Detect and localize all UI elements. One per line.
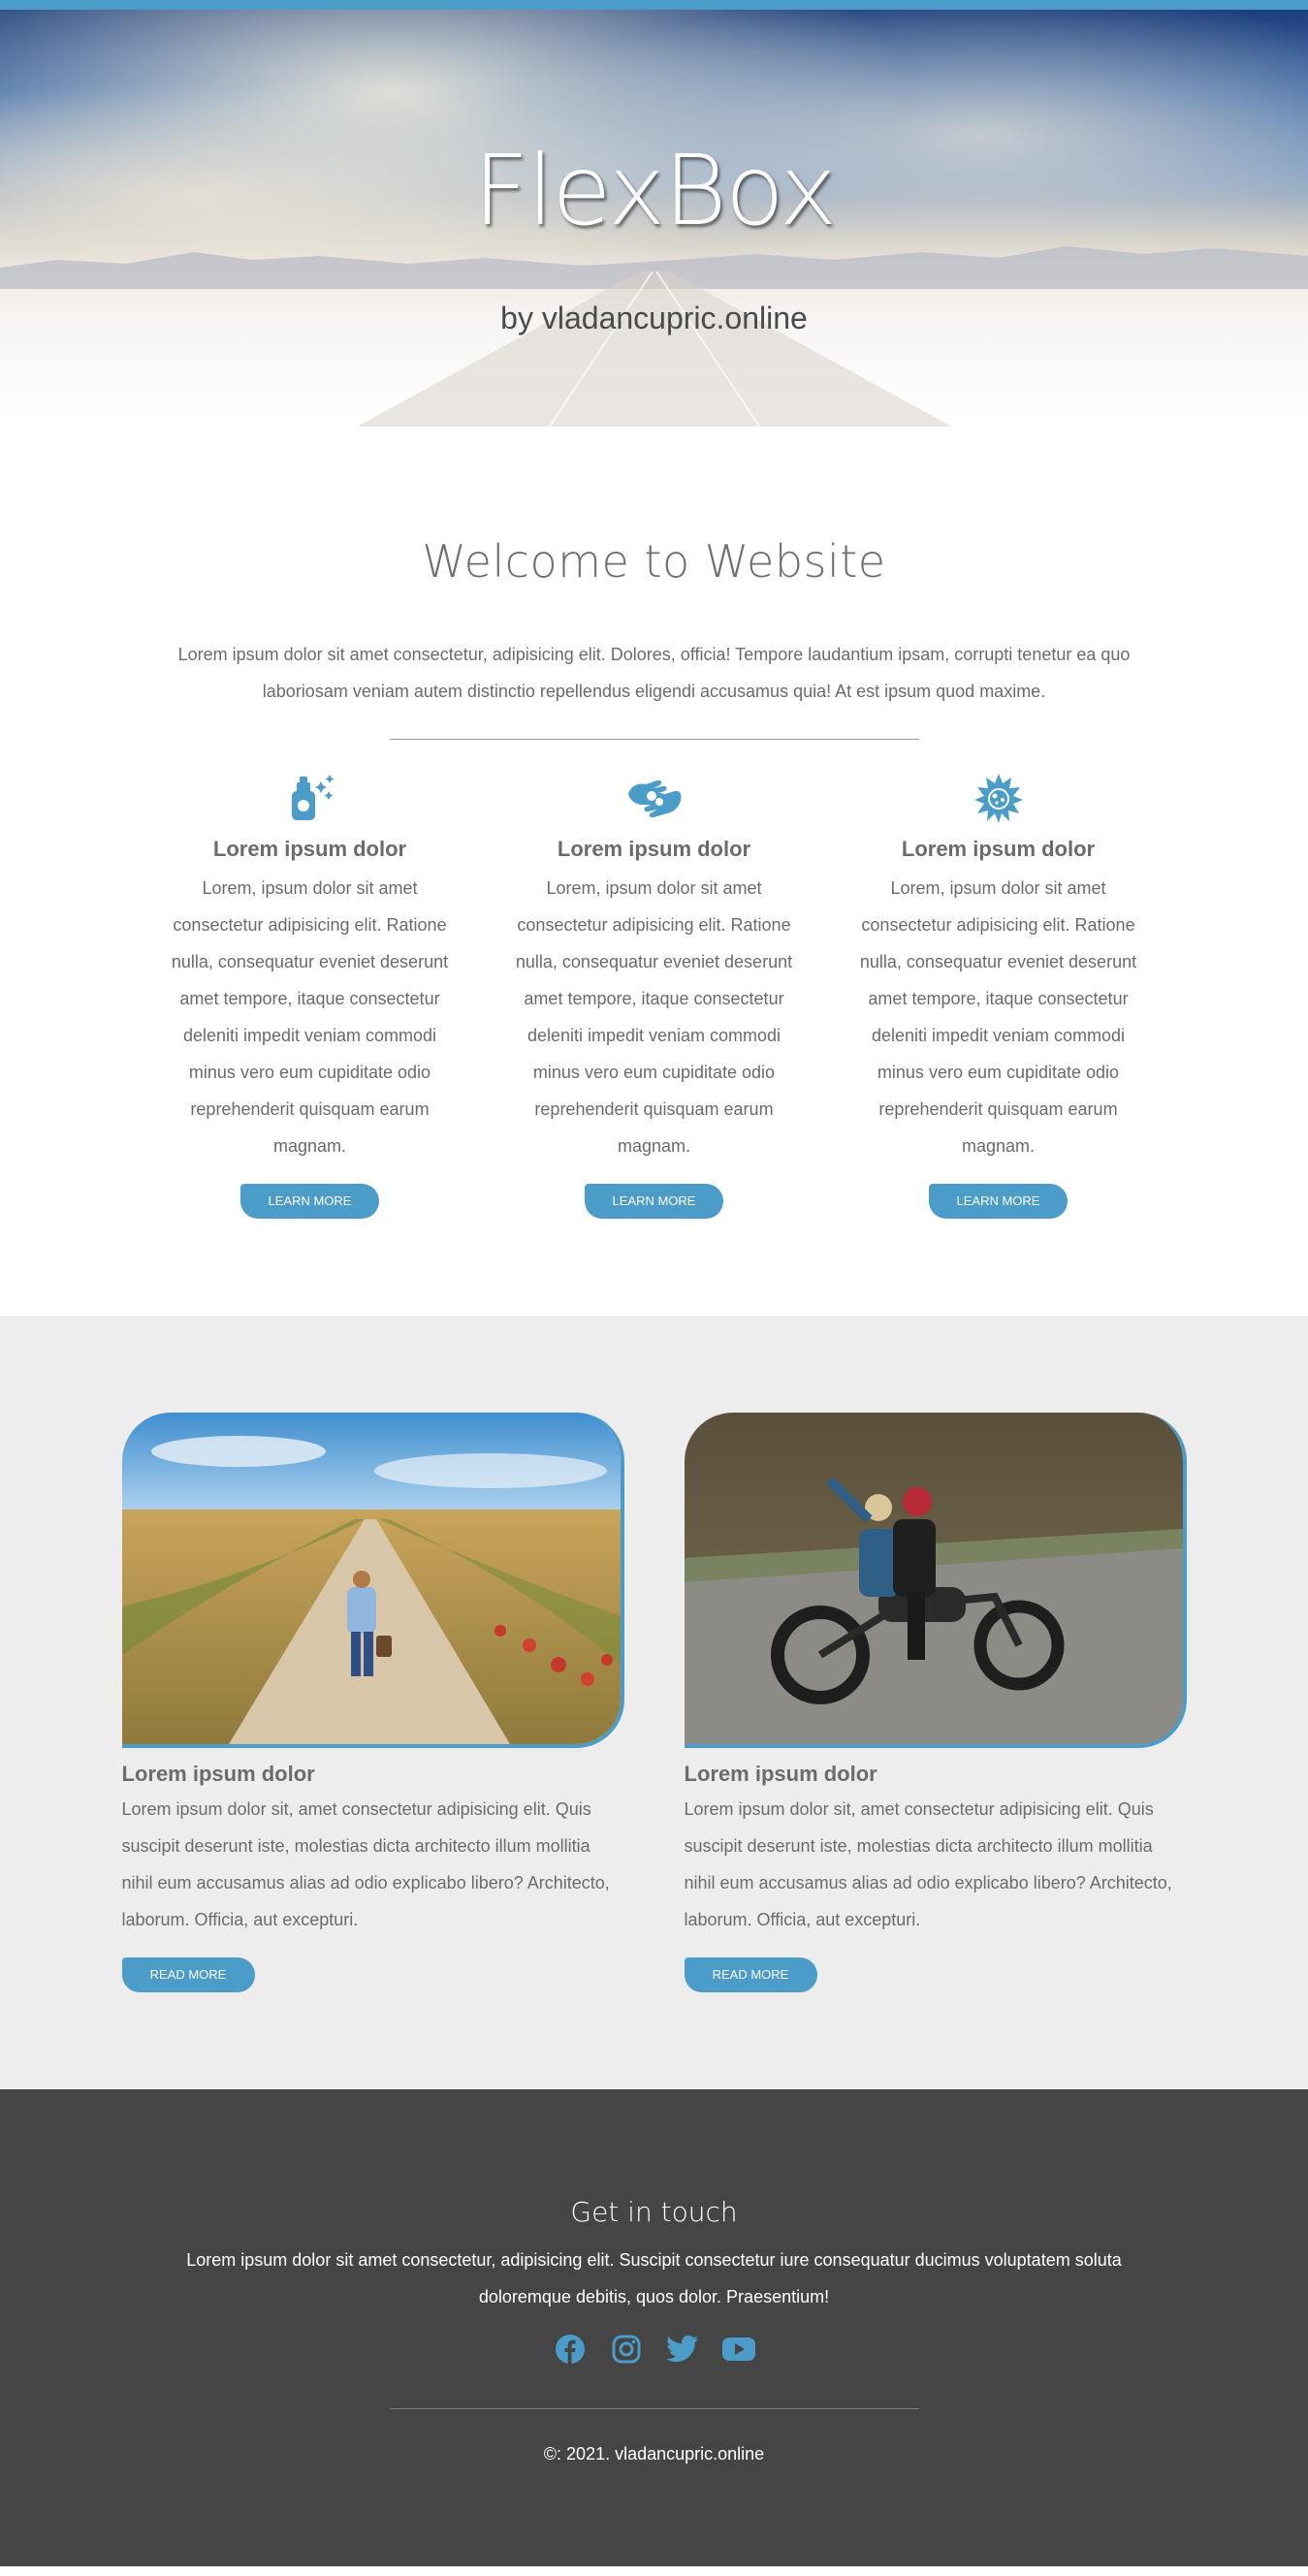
road (357, 271, 952, 427)
virus-icon (853, 767, 1143, 829)
read-more-button[interactable]: Read more (121, 1957, 255, 1992)
footer: Get in touch Lorem ipsum dolor sit amet … (0, 2089, 1308, 2566)
feature-text: Lorem, ipsum dolor sit amet consectetur … (171, 878, 449, 1156)
site-title: FlexBox (472, 134, 837, 247)
card: Lorem ipsum dolor Lorem ipsum dolor sit,… (121, 1413, 624, 1992)
feature-title: Lorem ipsum dolor (901, 837, 1096, 861)
woman-walking-dirt-road-photo (121, 1413, 624, 1748)
card-title: Lorem ipsum dolor (121, 1762, 315, 1786)
divider (389, 739, 919, 740)
read-more-button[interactable]: Read more (684, 1957, 817, 1992)
feature-list: Lorem ipsum dolor Lorem, ipsum dolor sit… (0, 767, 1308, 1316)
copyright: ©: 2021. vladancupric.online (543, 2444, 765, 2464)
footer-divider (389, 2408, 919, 2409)
youtube-icon[interactable] (721, 2333, 755, 2366)
twitter-icon[interactable] (665, 2333, 699, 2366)
learn-more-button[interactable]: Learn more (240, 1184, 379, 1219)
spray-bottle-icon (165, 767, 455, 829)
feature-item: Lorem ipsum dolor Lorem, ipsum dolor sit… (165, 767, 455, 1219)
learn-more-button[interactable]: Learn more (929, 1184, 1068, 1219)
learn-more-button[interactable]: Learn more (585, 1184, 723, 1219)
welcome-section: Welcome to Website Lorem ipsum dolor sit… (0, 427, 1308, 1316)
feature-title: Lorem ipsum dolor (557, 837, 751, 861)
feature-item: Lorem ipsum dolor Lorem, ipsum dolor sit… (509, 767, 799, 1219)
card-text: Lorem ipsum dolor sit, amet consectetur … (121, 1799, 610, 1929)
card: Lorem ipsum dolor Lorem ipsum dolor sit,… (684, 1413, 1187, 1992)
instagram-icon[interactable] (610, 2333, 643, 2366)
sign-language-icon (509, 767, 799, 829)
card-text: Lorem ipsum dolor sit, amet consectetur … (684, 1799, 1172, 1929)
card-title: Lorem ipsum dolor (684, 1762, 877, 1786)
social-links (0, 2333, 1308, 2366)
footer-text: Lorem ipsum dolor sit amet consectetur, … (186, 2250, 1122, 2306)
welcome-title: Welcome to Website (422, 535, 886, 588)
footer-title: Get in touch (570, 2196, 738, 2228)
hero-banner: FlexBox by vladancupric.online (0, 0, 1308, 427)
site-subtitle: by vladancupric.online (500, 301, 808, 335)
feature-text: Lorem, ipsum dolor sit amet consectetur … (515, 878, 793, 1156)
feature-item: Lorem ipsum dolor Lorem, ipsum dolor sit… (853, 767, 1143, 1219)
facebook-icon[interactable] (554, 2333, 587, 2366)
feature-title: Lorem ipsum dolor (212, 837, 407, 861)
welcome-text: Lorem ipsum dolor sit amet consectetur, … (177, 645, 1131, 701)
couple-on-motorcycle-photo (684, 1413, 1187, 1748)
cards-section: Lorem ipsum dolor Lorem ipsum dolor sit,… (0, 1316, 1308, 2089)
feature-text: Lorem, ipsum dolor sit amet consectetur … (859, 878, 1137, 1156)
